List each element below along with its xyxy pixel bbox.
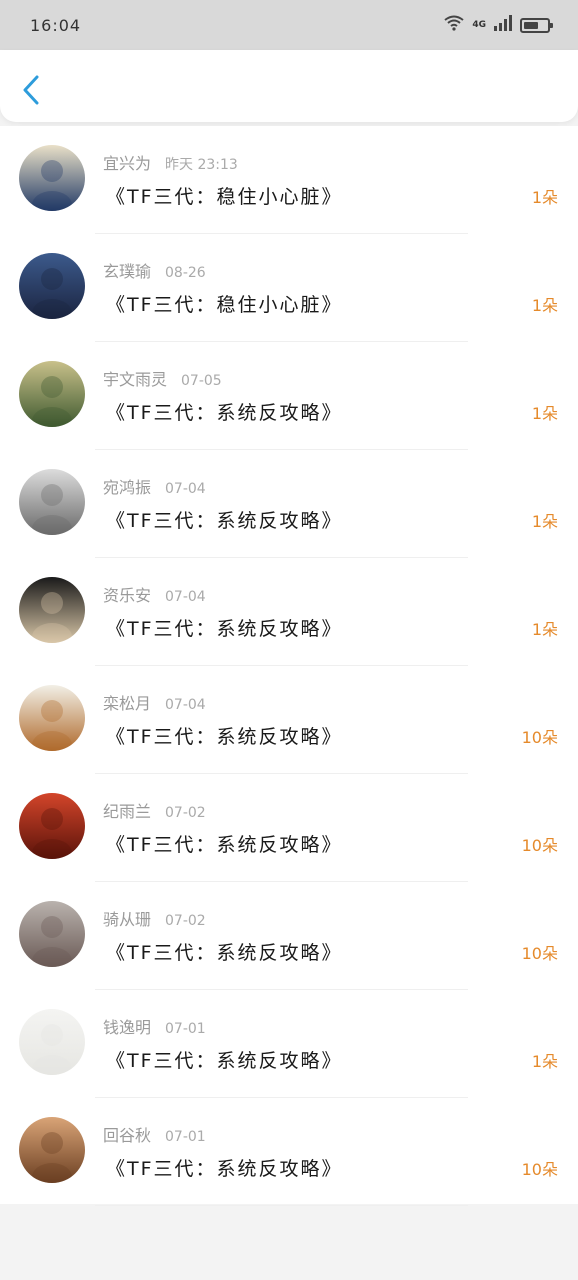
book-title[interactable]: 《TF三代：系统反攻略》	[106, 722, 343, 749]
status-icons: 4G	[444, 15, 553, 35]
gift-count: 1朵	[531, 1052, 558, 1071]
gift-record-list: 宜兴为 昨天 23:13 《TF三代：稳住小心脏》 1朵 玄璞瑜 08-26 《TF三代：稳…	[0, 126, 578, 1206]
book-title[interactable]: 《TF三代：系统反攻略》	[106, 830, 343, 857]
list-item[interactable]: 资乐安 07-04 《TF三代：系统反攻略》 1朵	[0, 558, 578, 666]
list-item[interactable]: 纪雨兰 07-02 《TF三代：系统反攻略》 10朵	[0, 774, 578, 882]
header	[0, 50, 578, 122]
chevron-left-icon	[22, 75, 40, 109]
timestamp: 昨天 23:13	[165, 157, 238, 173]
sender-info: 宛鸿振 07-04	[103, 474, 206, 498]
sender-info: 钱逸明 07-01	[103, 1014, 206, 1038]
gift-count: 1朵	[531, 188, 558, 207]
gift-count: 1朵	[531, 512, 558, 531]
network-label: 4G	[472, 19, 486, 30]
list-item[interactable]: 骑从珊 07-02 《TF三代：系统反攻略》 10朵	[0, 882, 578, 990]
timestamp: 07-04	[165, 589, 206, 605]
timestamp: 07-04	[165, 697, 206, 713]
list-item[interactable]: 栾松月 07-04 《TF三代：系统反攻略》 10朵	[0, 666, 578, 774]
avatar[interactable]	[19, 685, 85, 751]
sender-name[interactable]: 纪雨兰	[103, 802, 151, 821]
list-item[interactable]: 钱逸明 07-01 《TF三代：系统反攻略》 1朵	[0, 990, 578, 1098]
gift-count: 10朵	[521, 836, 558, 855]
sender-name[interactable]: 宜兴为	[103, 154, 151, 173]
timestamp: 07-02	[165, 805, 206, 821]
list-item[interactable]: 玄璞瑜 08-26 《TF三代：稳住小心脏》 1朵	[0, 234, 578, 342]
book-title[interactable]: 《TF三代：系统反攻略》	[106, 398, 343, 425]
sender-info: 宇文雨灵 07-05	[103, 366, 222, 390]
avatar[interactable]	[19, 1009, 85, 1075]
book-title[interactable]: 《TF三代：系统反攻略》	[106, 1154, 343, 1181]
avatar[interactable]	[19, 1117, 85, 1183]
avatar[interactable]	[19, 901, 85, 967]
timestamp: 07-05	[181, 373, 222, 389]
sender-name[interactable]: 钱逸明	[103, 1018, 151, 1037]
avatar[interactable]	[19, 361, 85, 427]
timestamp: 08-26	[165, 265, 206, 281]
list-item[interactable]: 宛鸿振 07-04 《TF三代：系统反攻略》 1朵	[0, 450, 578, 558]
book-title[interactable]: 《TF三代：系统反攻略》	[106, 506, 343, 533]
back-button[interactable]	[14, 72, 48, 112]
sender-name[interactable]: 回谷秋	[103, 1126, 151, 1145]
avatar[interactable]	[19, 577, 85, 643]
list-item[interactable]: 宇文雨灵 07-05 《TF三代：系统反攻略》 1朵	[0, 342, 578, 450]
sender-name[interactable]: 玄璞瑜	[103, 262, 151, 281]
gift-count: 10朵	[521, 944, 558, 963]
list-item[interactable]: 宜兴为 昨天 23:13 《TF三代：稳住小心脏》 1朵	[0, 126, 578, 234]
gift-count: 1朵	[531, 404, 558, 423]
wifi-icon	[444, 15, 464, 35]
sender-info: 宜兴为 昨天 23:13	[103, 150, 238, 174]
timestamp: 07-01	[165, 1021, 206, 1037]
gift-count: 1朵	[531, 620, 558, 639]
book-title[interactable]: 《TF三代：稳住小心脏》	[106, 182, 343, 209]
sender-info: 回谷秋 07-01	[103, 1122, 206, 1146]
avatar[interactable]	[19, 469, 85, 535]
sender-name[interactable]: 宇文雨灵	[103, 370, 167, 389]
book-title[interactable]: 《TF三代：系统反攻略》	[106, 614, 343, 641]
sender-info: 纪雨兰 07-02	[103, 798, 206, 822]
list-item[interactable]: 回谷秋 07-01 《TF三代：系统反攻略》 10朵	[0, 1098, 578, 1206]
avatar[interactable]	[19, 253, 85, 319]
divider	[95, 1205, 468, 1206]
status-time: 16:04	[30, 15, 82, 35]
gift-count: 10朵	[521, 728, 558, 747]
battery-icon	[520, 17, 553, 33]
book-title[interactable]: 《TF三代：系统反攻略》	[106, 1046, 343, 1073]
avatar[interactable]	[19, 793, 85, 859]
book-title[interactable]: 《TF三代：稳住小心脏》	[106, 290, 343, 317]
timestamp: 07-02	[165, 913, 206, 929]
sender-info: 资乐安 07-04	[103, 582, 206, 606]
avatar[interactable]	[19, 145, 85, 211]
book-title[interactable]: 《TF三代：系统反攻略》	[106, 938, 343, 965]
timestamp: 07-01	[165, 1129, 206, 1145]
gift-count: 1朵	[531, 296, 558, 315]
sender-name[interactable]: 栾松月	[103, 694, 151, 713]
sender-info: 骑从珊 07-02	[103, 906, 206, 930]
status-bar: 16:04 4G	[0, 0, 578, 50]
gift-count: 10朵	[521, 1160, 558, 1179]
sender-info: 玄璞瑜 08-26	[103, 258, 206, 282]
signal-icon	[494, 15, 512, 35]
sender-name[interactable]: 宛鸿振	[103, 478, 151, 497]
sender-info: 栾松月 07-04	[103, 690, 206, 714]
sender-name[interactable]: 骑从珊	[103, 910, 151, 929]
sender-name[interactable]: 资乐安	[103, 586, 151, 605]
timestamp: 07-04	[165, 481, 206, 497]
